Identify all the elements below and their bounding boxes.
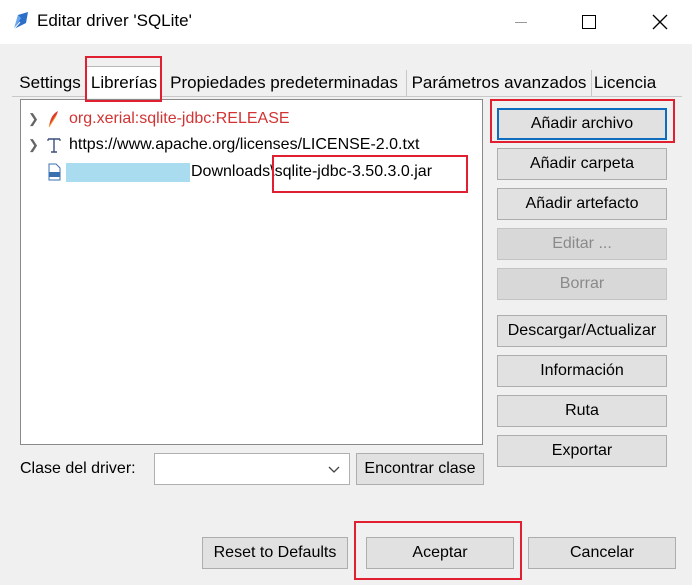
tab-settings[interactable]: Settings	[14, 70, 87, 96]
driver-class-select[interactable]	[154, 453, 350, 485]
reset-defaults-button[interactable]: Reset to Defaults	[202, 537, 348, 569]
add-folder-button[interactable]: Añadir carpeta	[497, 148, 667, 180]
minimize-button[interactable]	[498, 0, 544, 44]
jar-file-icon	[45, 163, 63, 181]
delete-button[interactable]: Borrar	[497, 268, 667, 300]
chevron-right-icon[interactable]: ❯	[28, 137, 39, 153]
window-title: Editar driver 'SQLite'	[37, 11, 192, 30]
accept-button[interactable]: Aceptar	[366, 537, 514, 569]
library-tree[interactable]: ❯ org.xerial:sqlite-jdbc:RELEASE ❯ https…	[20, 99, 483, 445]
maven-feather-icon	[45, 110, 63, 128]
jar-file-text: \sqlite-jdbc-3.50.3.0.jar	[270, 163, 433, 180]
maximize-icon	[582, 15, 596, 29]
export-button[interactable]: Exportar	[497, 435, 667, 467]
jar-folder-text: Downloads	[191, 163, 271, 180]
redacted-path	[66, 163, 190, 182]
add-artifact-button[interactable]: Añadir artefacto	[497, 188, 667, 220]
add-file-button[interactable]: Añadir archivo	[497, 108, 667, 140]
tab-advanced-parameters[interactable]: Parámetros avanzados	[407, 70, 592, 96]
chevron-right-icon[interactable]: ❯	[28, 111, 39, 127]
title-bar: Editar driver 'SQLite'	[0, 0, 692, 44]
tab-libraries[interactable]: Librerías	[86, 66, 162, 98]
tab-license[interactable]: Licencia	[592, 70, 658, 96]
tree-item-label: https://www.apache.org/licenses/LICENSE-…	[69, 136, 420, 153]
text-file-icon	[45, 136, 63, 154]
tree-item-license-url[interactable]: ❯ https://www.apache.org/licenses/LICENS…	[21, 133, 481, 157]
tree-item-jar-file[interactable]: Downloads\sqlite-jdbc-3.50.3.0.jar	[21, 160, 481, 184]
jar-path-label: Downloads\sqlite-jdbc-3.50.3.0.jar	[191, 163, 432, 181]
maximize-button[interactable]	[566, 0, 612, 44]
driver-class-label: Clase del driver:	[20, 460, 136, 477]
download-update-button[interactable]: Descargar/Actualizar	[497, 315, 667, 347]
find-class-button[interactable]: Encontrar clase	[356, 453, 484, 485]
close-icon	[652, 14, 668, 30]
chevron-down-icon	[327, 460, 341, 483]
path-button[interactable]: Ruta	[497, 395, 667, 427]
close-button[interactable]	[637, 0, 683, 44]
info-button[interactable]: Información	[497, 355, 667, 387]
tree-item-label: org.xerial:sqlite-jdbc:RELEASE	[69, 110, 290, 127]
edit-button[interactable]: Editar ...	[497, 228, 667, 260]
tree-item-maven-artifact[interactable]: ❯ org.xerial:sqlite-jdbc:RELEASE	[21, 107, 481, 131]
pen-nib-icon	[10, 10, 32, 32]
cancel-button[interactable]: Cancelar	[528, 537, 676, 569]
tab-default-properties[interactable]: Propiedades predeterminadas	[162, 70, 407, 96]
